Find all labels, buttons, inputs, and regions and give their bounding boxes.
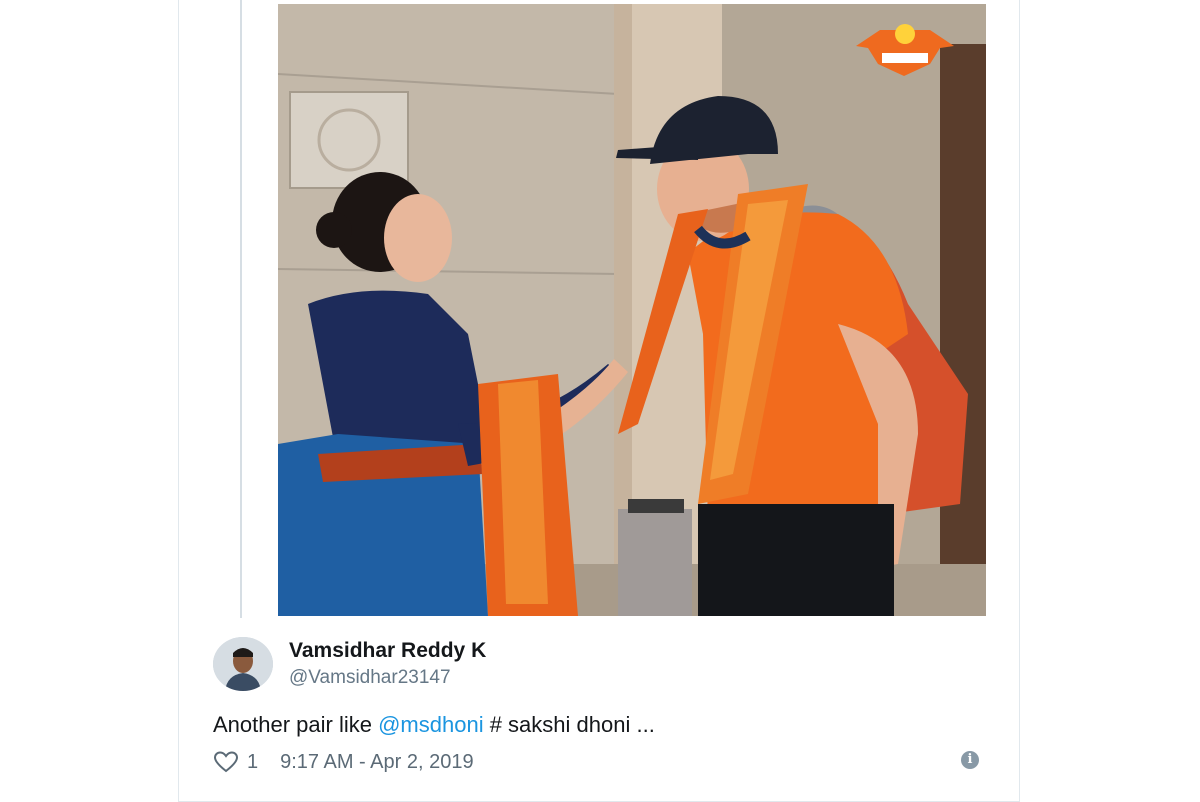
photo-illustration <box>278 4 986 616</box>
tweet-text-before: Another pair like <box>213 712 379 737</box>
tweet-text-after: # sakshi dhoni ... <box>483 712 655 737</box>
thread-connector-line <box>240 0 242 618</box>
like-count: 1 <box>247 750 259 773</box>
author-handle[interactable]: @Vamsidhar23147 <box>289 667 451 689</box>
tweet-actions: 1 9:17 AM - Apr 2, 2019 <box>213 748 474 776</box>
avatar-image <box>213 637 273 691</box>
tweet-timestamp[interactable]: 9:17 AM - Apr 2, 2019 <box>280 751 473 774</box>
author-name[interactable]: Vamsidhar Reddy K <box>289 639 486 663</box>
heart-outline-icon[interactable] <box>213 751 239 773</box>
info-circle-icon[interactable]: i <box>961 751 979 769</box>
tweet-photo[interactable] <box>278 4 986 616</box>
author-avatar[interactable] <box>213 637 273 691</box>
mention-link[interactable]: @msdhoni <box>378 712 484 737</box>
tweet-text: Another pair like @msdhoni # sakshi dhon… <box>213 712 655 738</box>
